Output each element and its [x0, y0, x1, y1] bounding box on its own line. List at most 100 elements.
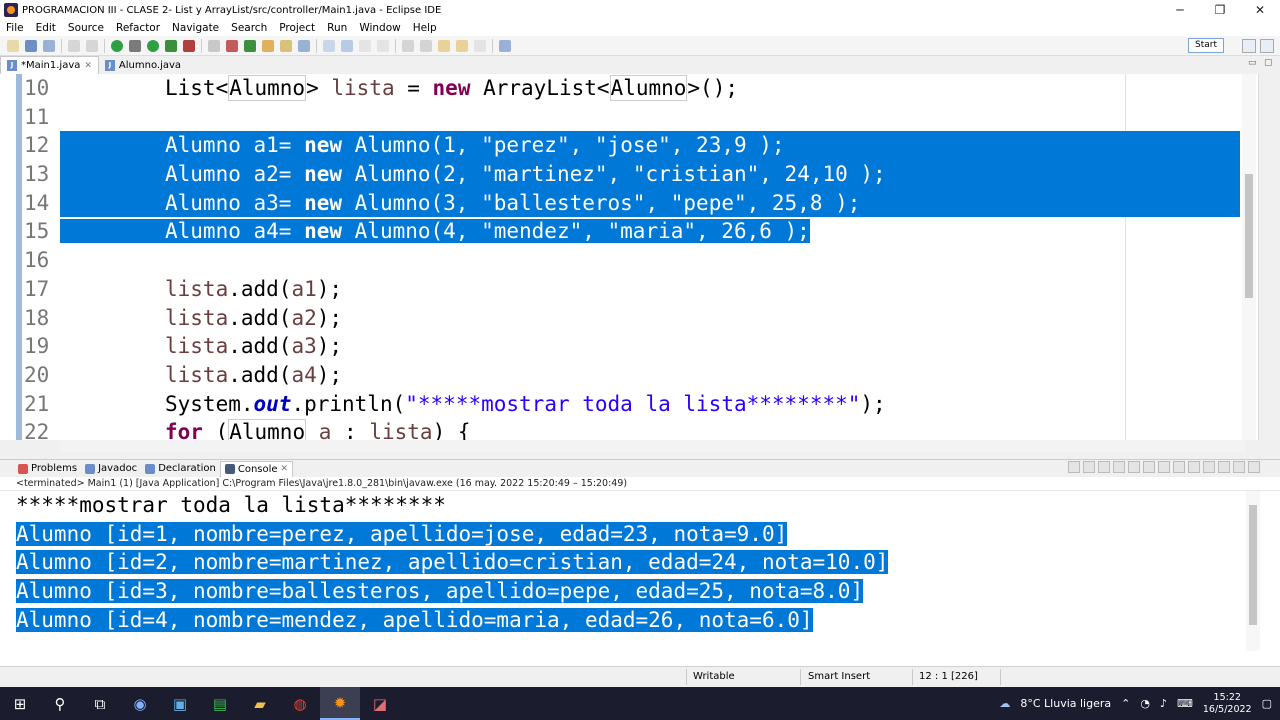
open-type-icon[interactable] [262, 39, 274, 52]
show-on-error-icon[interactable] [1173, 461, 1185, 473]
clock[interactable]: 15:22 16/5/2022 [1203, 692, 1252, 716]
menu-search[interactable]: Search [225, 22, 273, 34]
menu-help[interactable]: Help [407, 22, 443, 34]
task-view-button[interactable]: ⧉ [80, 687, 120, 720]
code-line[interactable]: 19 lista.add(a3); [0, 332, 1240, 361]
menu-source[interactable]: Source [62, 22, 110, 34]
word-wrap-icon[interactable] [359, 39, 371, 52]
code-line[interactable]: 18 lista.add(a2); [0, 304, 1240, 333]
close-icon[interactable]: ✕ [84, 61, 92, 71]
open-console-icon[interactable] [1218, 461, 1230, 473]
tab-alumno-java[interactable]: J Alumno.java [99, 56, 187, 74]
taskbar-eclipse[interactable]: ✹ [320, 687, 360, 720]
menu-navigate[interactable]: Navigate [166, 22, 225, 34]
remove-launch-icon[interactable] [1068, 461, 1080, 473]
display-console-icon[interactable] [1203, 461, 1215, 473]
tab-declaration[interactable]: Declaration [141, 461, 220, 477]
minimize-icon[interactable] [1233, 461, 1245, 473]
tab-main1-java[interactable]: J *Main1.java ✕ [0, 56, 99, 74]
terminate-icon[interactable] [1083, 461, 1095, 473]
search-icon[interactable] [298, 39, 310, 52]
taskbar-search-button[interactable]: ⚲ [40, 687, 80, 720]
network-icon[interactable]: ◔ [1140, 697, 1150, 710]
code-line-selected[interactable]: 15 Alumno a4= new Alumno(4, "mendez", "m… [0, 217, 1240, 246]
code-editor[interactable]: 10 List<Alumno> lista = new ArrayList<Al… [0, 74, 1280, 440]
remove-all-icon[interactable] [1098, 461, 1110, 473]
keyboard-icon[interactable]: ⌨ [1177, 697, 1193, 710]
restore-button[interactable]: ❐ [1200, 0, 1240, 20]
scrollbar-thumb[interactable] [1245, 174, 1253, 298]
minimize-button[interactable]: ─ [1160, 0, 1200, 20]
save-all-icon[interactable] [43, 39, 55, 52]
code-line[interactable]: 10 List<Alumno> lista = new ArrayList<Al… [0, 74, 1240, 103]
maximize-icon[interactable] [1248, 461, 1260, 473]
forward-icon[interactable] [474, 39, 486, 52]
back-icon[interactable] [456, 39, 468, 52]
gear-icon[interactable] [129, 39, 141, 52]
weather-text[interactable]: 8°C Lluvia ligera [1020, 697, 1111, 710]
open-task-icon[interactable] [280, 39, 292, 52]
previous-annotation-icon[interactable] [420, 39, 432, 52]
start-menu-button[interactable]: ⊞ [0, 687, 40, 720]
menu-window[interactable]: Window [353, 22, 406, 34]
tab-problems[interactable]: Problems [14, 461, 81, 477]
toggle-mark-occurrences-icon[interactable] [323, 39, 335, 52]
taskbar-app-2[interactable]: ▣ [160, 687, 200, 720]
close-button[interactable]: ✕ [1240, 0, 1280, 20]
menu-file[interactable]: File [0, 22, 30, 34]
code-line[interactable]: 21 System.out.println("*****mostrar toda… [0, 390, 1240, 419]
taskbar-app-4[interactable]: ◪ [360, 687, 400, 720]
menu-project[interactable]: Project [273, 22, 321, 34]
taskbar-chrome[interactable]: ◍ [280, 687, 320, 720]
toggle-block-selection-icon[interactable] [341, 39, 353, 52]
run-icon[interactable] [147, 39, 159, 52]
code-line[interactable]: 17 lista.add(a1); [0, 275, 1240, 304]
save-icon[interactable] [25, 39, 37, 52]
skip-breakpoints-icon[interactable] [86, 39, 98, 52]
code-line[interactable]: 11 [0, 103, 1240, 132]
menu-run[interactable]: Run [321, 22, 353, 34]
tab-javadoc[interactable]: Javadoc [81, 461, 141, 477]
external-tools-icon[interactable] [165, 39, 177, 52]
chevron-up-icon[interactable]: ⌃ [1121, 697, 1130, 710]
new-icon[interactable] [7, 39, 19, 52]
code-line-selected[interactable]: 14 Alumno a3= new Alumno(3, "ballesteros… [0, 188, 1240, 218]
last-edit-icon[interactable] [438, 39, 450, 52]
pin-editor-icon[interactable] [499, 39, 511, 52]
tab-console[interactable]: Console ✕ [219, 460, 294, 477]
scroll-lock-icon[interactable] [1128, 461, 1140, 473]
volume-icon[interactable]: ♪ [1160, 697, 1167, 710]
close-icon[interactable]: ✕ [281, 464, 289, 474]
code-line[interactable]: 22 for (Alumno a : lista) { [0, 418, 1240, 440]
code-line[interactable]: 20 lista.add(a4); [0, 361, 1240, 390]
new-package-icon[interactable] [208, 39, 220, 52]
menu-edit[interactable]: Edit [30, 22, 62, 34]
new-interface-icon[interactable] [244, 39, 256, 52]
next-annotation-icon[interactable] [402, 39, 414, 52]
clear-console-icon[interactable] [1113, 461, 1125, 473]
code-line[interactable]: 16 [0, 246, 1240, 275]
maximize-icon[interactable]: ▢ [1264, 58, 1274, 68]
pin-console-icon[interactable] [1188, 461, 1200, 473]
debug-icon[interactable] [183, 39, 195, 52]
coverage-icon[interactable] [111, 39, 123, 52]
new-class-icon[interactable] [226, 39, 238, 52]
open-perspective-icon[interactable] [1242, 39, 1256, 53]
java-perspective-icon[interactable] [1260, 39, 1274, 53]
notifications-icon[interactable]: ▢ [1262, 697, 1272, 710]
code-line-selected[interactable]: 12 Alumno a1= new Alumno(1, "perez", "jo… [0, 131, 1240, 161]
minimize-icon[interactable]: ▭ [1248, 58, 1258, 68]
console-output[interactable]: *****mostrar toda la lista******** Alumn… [0, 491, 1280, 666]
editor-vertical-scrollbar[interactable] [1242, 74, 1256, 440]
console-icon[interactable] [68, 39, 80, 52]
menu-refactor[interactable]: Refactor [110, 22, 166, 34]
scrollbar-thumb[interactable] [1249, 505, 1257, 625]
word-wrap-icon[interactable] [1143, 461, 1155, 473]
start-button[interactable]: Start [1188, 38, 1224, 53]
code-line-selected[interactable]: 13 Alumno a2= new Alumno(2, "martinez", … [0, 160, 1240, 189]
taskbar-app-3[interactable]: ▤ [200, 687, 240, 720]
taskbar-app-1[interactable]: ◉ [120, 687, 160, 720]
console-vertical-scrollbar[interactable] [1246, 491, 1260, 651]
taskbar-file-explorer[interactable]: ▰ [240, 687, 280, 720]
show-whitespace-icon[interactable] [377, 39, 389, 52]
